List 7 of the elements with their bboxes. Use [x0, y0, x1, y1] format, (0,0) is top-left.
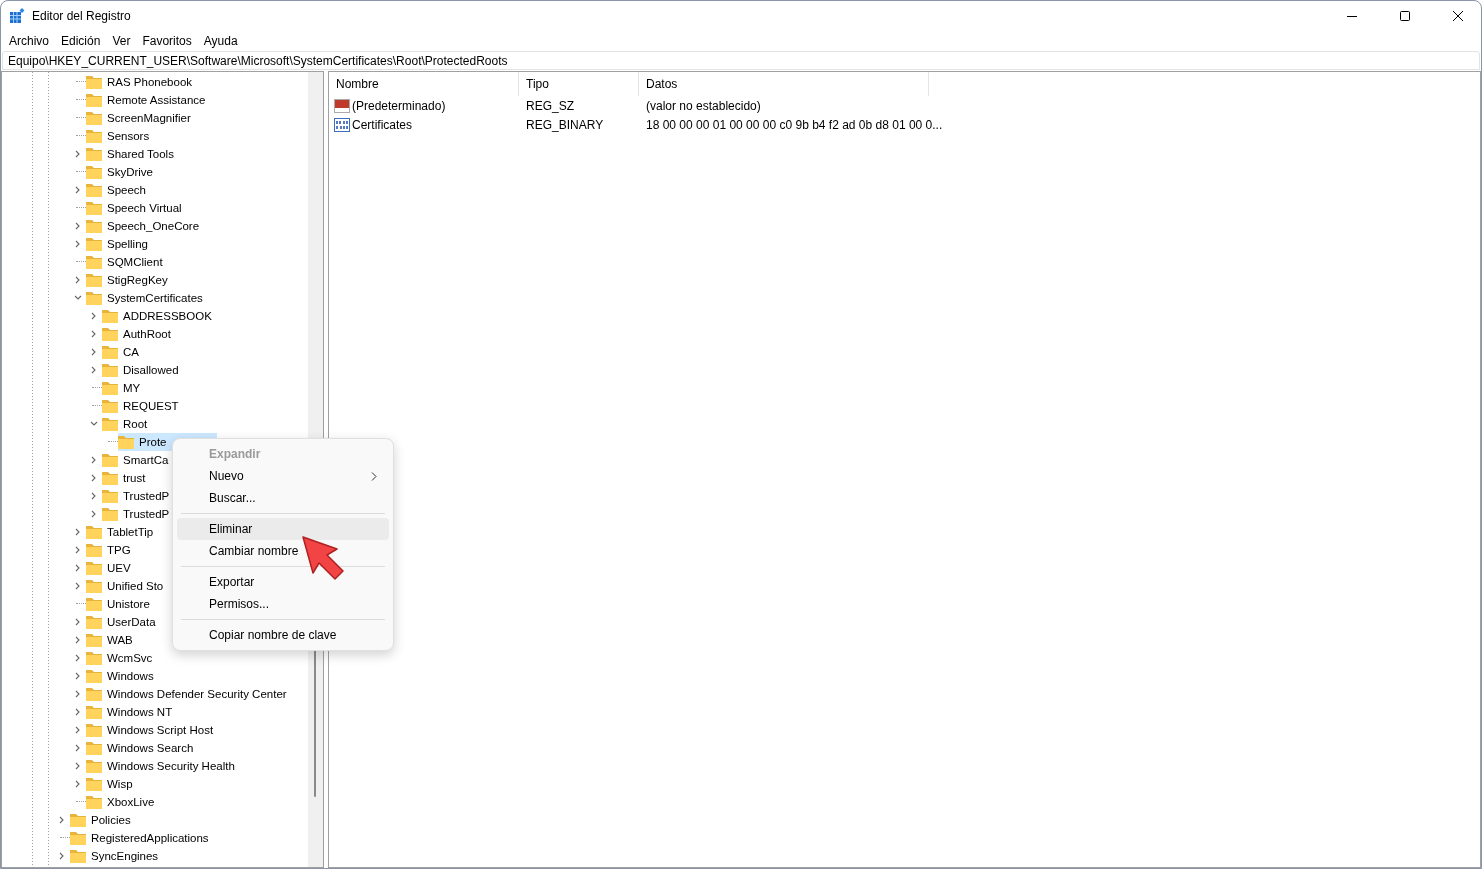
table-cell: REG_SZ	[526, 98, 574, 113]
table-cell: 18 00 00 00 01 00 00 00 c0 9b b4 f2 ad 0b d8 01 00 0...	[646, 117, 943, 132]
table-cell: Certificates	[352, 117, 413, 132]
window-title: Editor del Registro	[32, 8, 132, 23]
table-cell: (Predeterminado)	[352, 98, 446, 113]
table-cell: REG_BINARY	[526, 117, 604, 132]
table-cell: (valor no establecido)	[646, 98, 761, 113]
